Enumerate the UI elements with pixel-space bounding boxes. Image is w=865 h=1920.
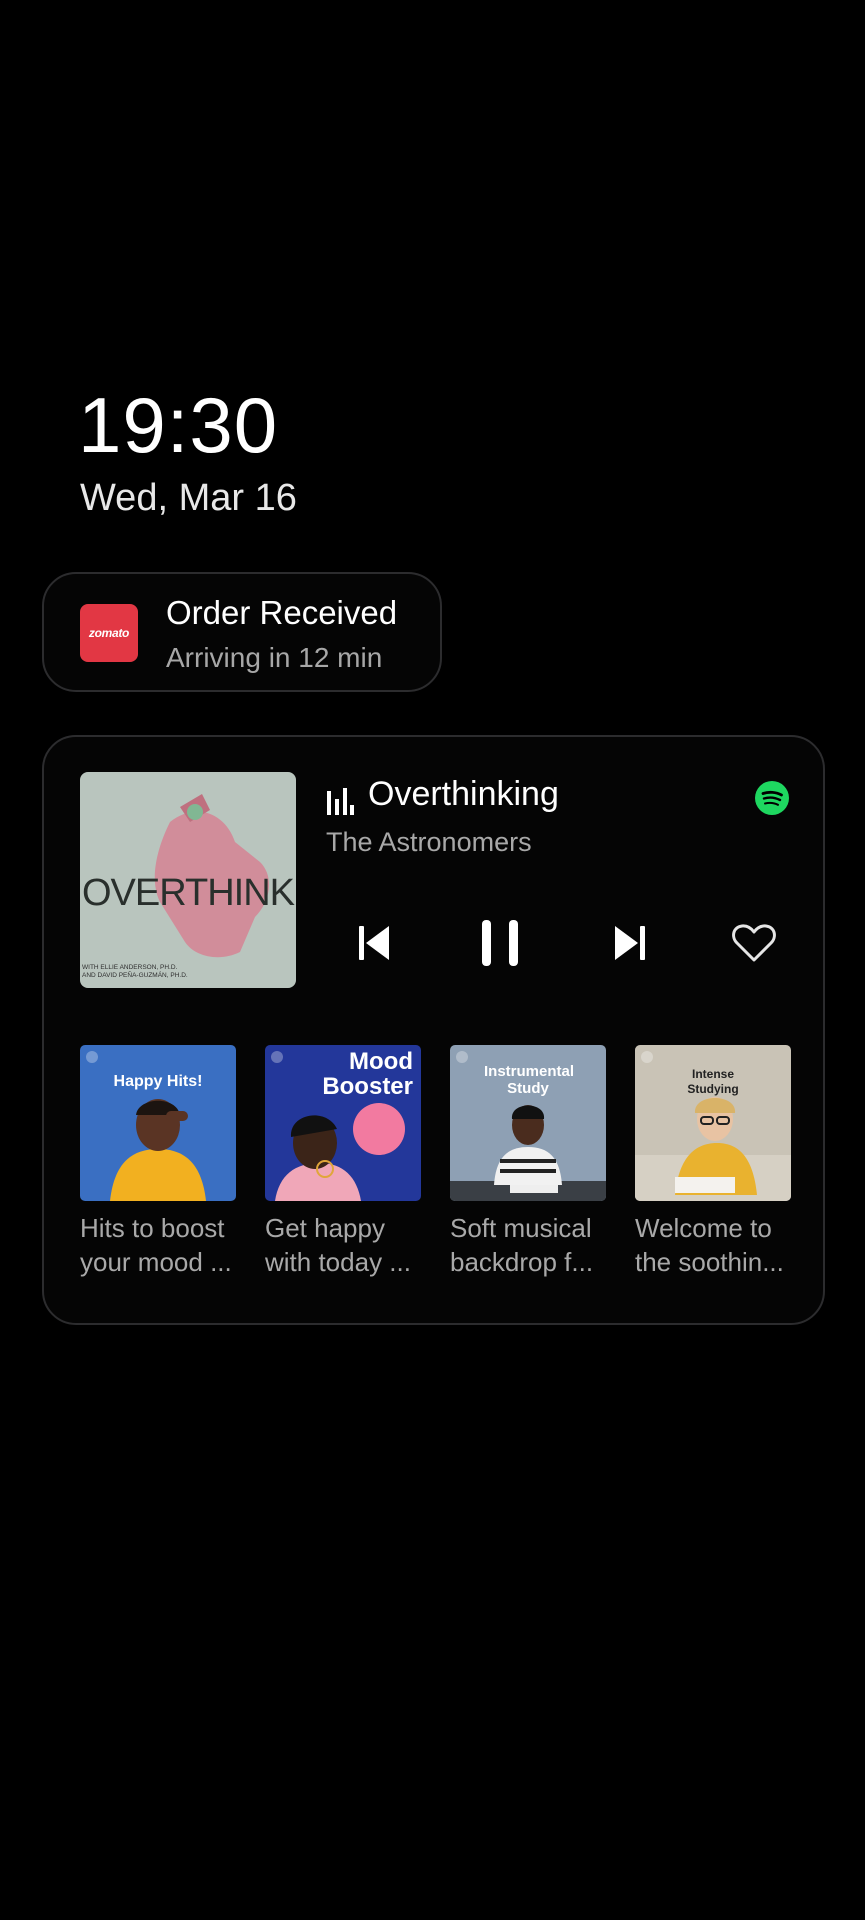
person-illustration xyxy=(635,1097,791,1201)
playlist-cover: Mood Booster xyxy=(265,1045,421,1201)
order-notification[interactable]: zomato Order Received Arriving in 12 min xyxy=(42,572,442,692)
zomato-app-icon: zomato xyxy=(80,604,138,662)
playlist-description: Hits to boost your mood ... xyxy=(80,1213,232,1277)
notification-title: Order Received xyxy=(166,594,398,631)
media-player-card[interactable]: OVERTHINK WITH ELLIE ANDERSON, PH.D. AND… xyxy=(42,735,825,1325)
pause-icon xyxy=(482,920,518,966)
next-track-button[interactable] xyxy=(602,915,658,971)
like-button[interactable] xyxy=(726,915,782,971)
pause-button[interactable] xyxy=(472,915,528,971)
track-title: Overthinking xyxy=(368,775,559,813)
now-playing-equalizer-icon xyxy=(327,788,354,815)
playlist-card-intense-studying[interactable]: Intense Studying Welcome to the soothin.… xyxy=(635,1045,791,1279)
person-illustration xyxy=(275,1103,405,1201)
next-icon xyxy=(615,926,645,960)
clock-time: 19:30 xyxy=(78,381,279,469)
lock-screen: 19:30 Wed, Mar 16 zomato Order Received … xyxy=(0,0,865,1920)
playlist-description: Get happy with today ... xyxy=(265,1213,411,1277)
track-artist: The Astronomers xyxy=(326,827,532,857)
playlist-card-happy-hits[interactable]: Happy Hits! Hits to boost your mood ... xyxy=(80,1045,236,1279)
spotify-icon[interactable] xyxy=(755,781,789,815)
playlist-description: Soft musical backdrop f... xyxy=(450,1213,594,1277)
notification-subtitle: Arriving in 12 min xyxy=(166,642,383,673)
playlist-card-mood-booster[interactable]: Mood Booster Get happy with today ... xyxy=(265,1045,421,1279)
person-illustration xyxy=(110,1099,206,1201)
clock-date: Wed, Mar 16 xyxy=(80,477,297,519)
playlist-card-instrumental-study[interactable]: Instrumental Study Soft musical backdrop… xyxy=(450,1045,606,1279)
playlist-cover: Instrumental Study xyxy=(450,1045,606,1201)
previous-icon xyxy=(359,926,389,960)
playlist-cover: Happy Hits! xyxy=(80,1045,236,1201)
heart-icon xyxy=(732,924,776,962)
previous-track-button[interactable] xyxy=(346,915,402,971)
person-illustration xyxy=(450,1105,606,1201)
zomato-logo-text: zomato xyxy=(88,626,130,640)
album-art[interactable]: OVERTHINK WITH ELLIE ANDERSON, PH.D. AND… xyxy=(80,772,296,988)
playlist-cover: Intense Studying xyxy=(635,1045,791,1201)
playlist-description: Welcome to the soothin... xyxy=(635,1213,784,1277)
